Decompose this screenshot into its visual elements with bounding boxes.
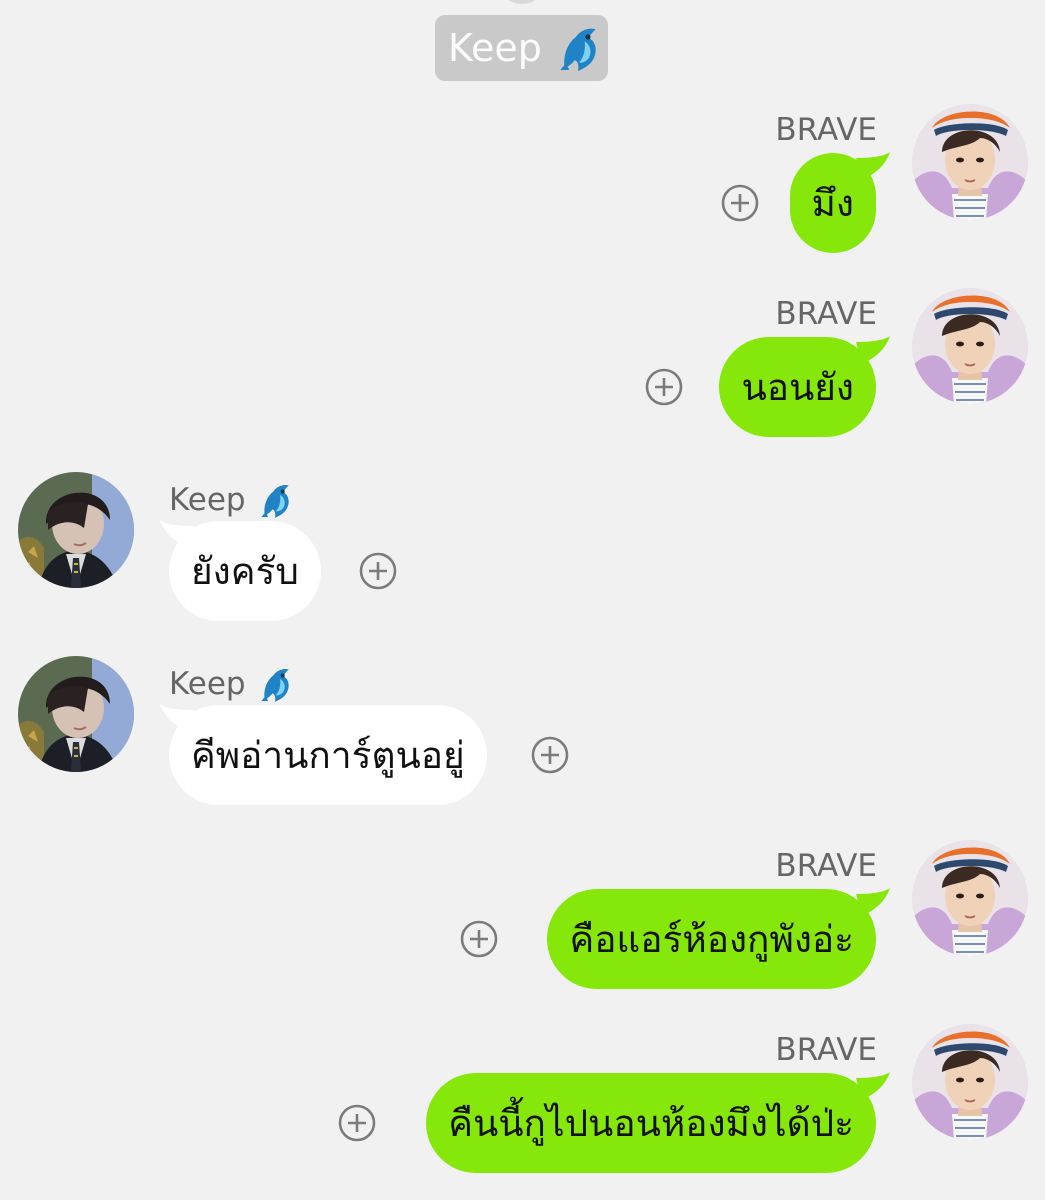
message-bubble[interactable]: มึง bbox=[789, 153, 876, 253]
sender-name: BRAVE bbox=[775, 848, 877, 884]
message-text: มึง bbox=[811, 181, 854, 225]
scroll-indicator bbox=[506, 0, 538, 4]
sender-name: BRAVE bbox=[775, 296, 877, 332]
add-reaction-icon[interactable] bbox=[459, 919, 499, 959]
keep-chip[interactable]: Keep bbox=[435, 15, 608, 81]
add-reaction-icon[interactable] bbox=[530, 735, 570, 775]
sender-name: Keep bbox=[169, 664, 292, 704]
dolphin-icon bbox=[556, 23, 600, 73]
keep-avatar[interactable] bbox=[18, 656, 134, 772]
message-bubble[interactable]: คือแอร์ห้องกูพังอ่ะ bbox=[547, 889, 876, 989]
add-reaction-icon[interactable] bbox=[358, 551, 398, 591]
message-text: คือแอร์ห้องกูพังอ่ะ bbox=[569, 917, 854, 961]
brave-avatar[interactable] bbox=[912, 288, 1028, 404]
sender-name: BRAVE bbox=[775, 112, 877, 148]
dolphin-icon bbox=[258, 480, 292, 520]
message-bubble[interactable]: ยังครับ bbox=[169, 521, 321, 621]
sender-name: BRAVE bbox=[775, 1032, 877, 1068]
message-text: ยังครับ bbox=[191, 549, 299, 593]
message-text: คีพอ่านการ์ตูนอยู่ bbox=[191, 733, 465, 777]
keep-avatar[interactable] bbox=[18, 472, 134, 588]
message-text: นอนยัง bbox=[741, 365, 854, 409]
message-bubble[interactable]: คืนนี้กูไปนอนห้องมึงได้ป่ะ bbox=[426, 1073, 876, 1173]
sender-name-text: Keep bbox=[169, 481, 246, 518]
sender-name-text: Keep bbox=[169, 665, 246, 702]
message-text: คืนนี้กูไปนอนห้องมึงได้ป่ะ bbox=[448, 1101, 854, 1145]
add-reaction-icon[interactable] bbox=[644, 367, 684, 407]
dolphin-icon bbox=[258, 664, 292, 704]
sender-name: Keep bbox=[169, 480, 292, 520]
add-reaction-icon[interactable] bbox=[720, 183, 760, 223]
add-reaction-icon[interactable] bbox=[337, 1103, 377, 1143]
brave-avatar[interactable] bbox=[912, 840, 1028, 956]
brave-avatar[interactable] bbox=[912, 104, 1028, 220]
message-bubble[interactable]: คีพอ่านการ์ตูนอยู่ bbox=[169, 705, 487, 805]
brave-avatar[interactable] bbox=[912, 1024, 1028, 1140]
message-bubble[interactable]: นอนยัง bbox=[719, 337, 876, 437]
chip-name: Keep bbox=[448, 26, 542, 70]
